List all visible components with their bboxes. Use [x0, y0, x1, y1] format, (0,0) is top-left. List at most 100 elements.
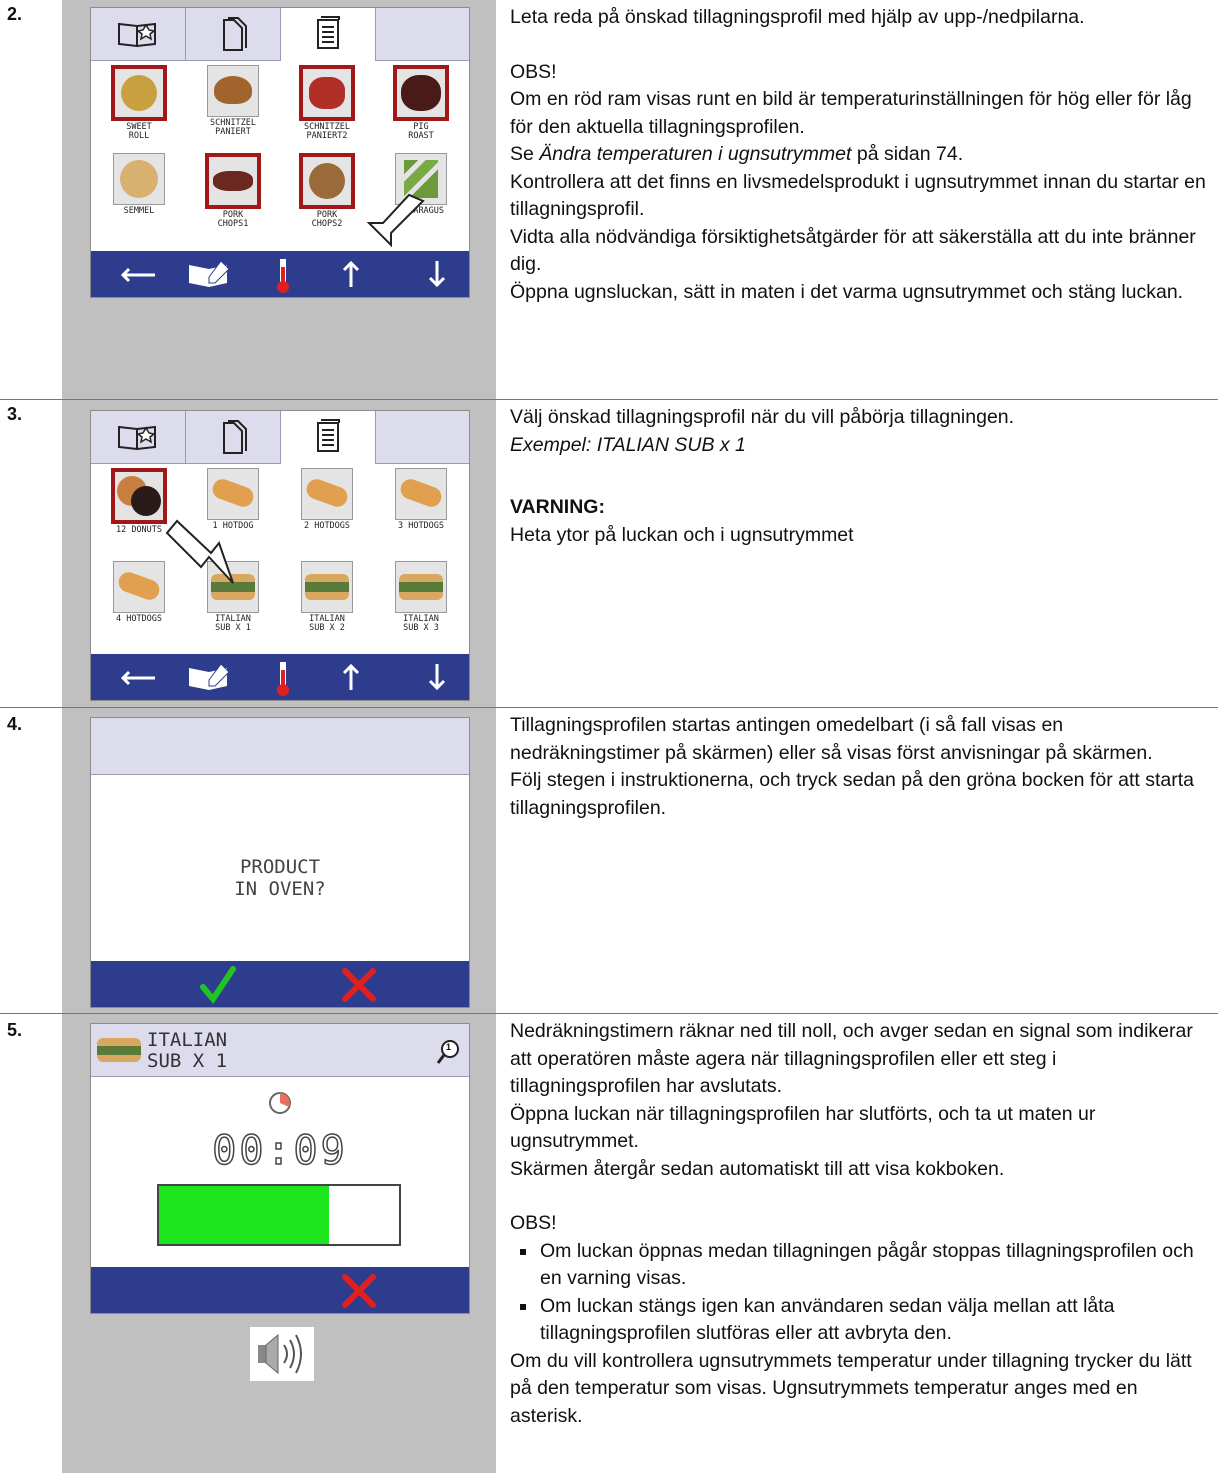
recipe-label: PIG ROAST [408, 122, 434, 141]
recipe-label: PORK CHOPS2 [311, 210, 343, 229]
title-line: SUB X 1 [147, 1050, 228, 1072]
step-5-row: 5. ITALIAN SUB X 1 1 00:09 Nedräkningsti… [0, 1014, 1218, 1473]
countdown-timer: 00:09 [212, 1127, 348, 1175]
recipe-tile[interactable]: PORK CHOPS1 [187, 153, 279, 229]
paragraph: Om du vill kontrollera ugnsutrymmets tem… [510, 1349, 1192, 1427]
recipe-tile[interactable]: PORK CHOPS2 [281, 153, 373, 229]
recipe-label: ITALIAN SUB X 3 [403, 614, 439, 633]
recipe-tile[interactable]: 2 HOTDOGS [281, 468, 373, 531]
note-label: OBS! [510, 1212, 557, 1234]
book-star-icon [118, 22, 156, 48]
thermometer-icon[interactable] [271, 660, 295, 698]
step-2-text: Leta reda på önskad tillagningsprofil me… [510, 4, 1210, 306]
cookbook-screen: 12 DONUTS 1 HOTDOG 2 HOTDOGS 3 HOTDOGS 4… [90, 410, 470, 701]
tab-pages[interactable] [186, 411, 281, 463]
warning-title: VARNING: [510, 496, 605, 518]
recipe-label: SEMMEL [123, 206, 155, 216]
paragraph: Välj önskad tillagningsprofil när du vil… [510, 406, 1015, 428]
bullet-item: Om luckan öppnas medan tillagningen pågå… [510, 1238, 1210, 1293]
clock-icon [269, 1092, 291, 1114]
progress-fill [159, 1186, 330, 1244]
magnifier-badge: 1 [446, 1042, 452, 1052]
checkmark-icon[interactable] [197, 965, 237, 1005]
tab-favorites[interactable] [91, 411, 186, 463]
speaker-icon [250, 1327, 314, 1381]
book-star-icon [118, 425, 156, 451]
thermometer-icon[interactable] [271, 257, 295, 295]
recipe-title: ITALIAN SUB X 1 [147, 1030, 227, 1072]
back-arrow-icon[interactable] [113, 660, 163, 694]
bullet-list: Om luckan öppnas medan tillagningen pågå… [510, 1238, 1210, 1348]
step-5-text: Nedräkningstimern räknar ned till noll, … [510, 1018, 1210, 1430]
arrow-up-icon[interactable] [339, 257, 363, 291]
recipe-label: SCHNITZEL PANIERT2 [303, 122, 351, 141]
recipe-label: SCHNITZEL PANIERT [209, 118, 257, 137]
recipe-tile[interactable]: ITALIAN SUB X 2 [281, 561, 373, 633]
paragraph: Nedräkningstimern räknar ned till noll, … [510, 1020, 1193, 1097]
paragraph: Leta reda på önskad tillagningsprofil me… [510, 6, 1085, 28]
progress-bar [157, 1184, 401, 1246]
pages-icon [223, 17, 247, 51]
paragraph: Se Ändra temperaturen i ugnsutrymmet på … [510, 143, 964, 165]
recipe-tile[interactable]: SWEET ROLL [93, 65, 185, 141]
recipe-thumbnail [97, 1036, 141, 1064]
document-list-icon [317, 419, 340, 452]
recipe-tile[interactable]: SCHNITZEL PANIERT [187, 65, 279, 137]
arrow-up-icon[interactable] [339, 660, 363, 694]
tab-favorites[interactable] [91, 8, 186, 60]
paragraph: Vidta alla nödvändiga försiktighetsåtgär… [510, 225, 1196, 276]
recipe-tile[interactable]: 3 HOTDOGS [375, 468, 467, 531]
recipe-label: ITALIAN SUB X 1 [215, 614, 251, 633]
note-label: OBS! [510, 60, 557, 83]
step-4-row: 4. PRODUCT IN OVEN? Tillagningsprofilen … [0, 708, 1218, 1014]
step-number: 3. [7, 404, 23, 424]
book-edit-icon[interactable] [183, 257, 237, 291]
cooking-screen: ITALIAN SUB X 1 1 00:09 [90, 1023, 470, 1314]
prompt-line: PRODUCT [239, 856, 321, 878]
bottom-bar [91, 251, 469, 297]
title-line: ITALIAN [147, 1029, 228, 1051]
bullet-item: Om luckan stängs igen kan användaren sed… [510, 1293, 1210, 1348]
pages-icon [223, 420, 247, 454]
paragraph: Skärmen återgår sedan automatiskt till a… [510, 1157, 1005, 1180]
header-bar [91, 718, 469, 775]
tab-bar [91, 8, 469, 61]
confirm-screen: PRODUCT IN OVEN? [90, 717, 470, 1008]
step-number: 2. [7, 4, 23, 24]
arrow-down-icon[interactable] [425, 660, 449, 694]
book-edit-icon[interactable] [183, 660, 237, 694]
cross-reference: Ändra temperaturen i ugnsutrymmet [539, 143, 852, 165]
step-3-row: 3. 12 DONUTS 1 HOTDOG 2 HOTDOGS 3 HOTDOG… [0, 400, 1218, 708]
prompt-line: IN OVEN? [234, 878, 326, 900]
recipe-label: 3 HOTDOGS [397, 521, 445, 531]
pointer-arrow-icon [165, 519, 234, 584]
tab-list[interactable] [281, 411, 376, 464]
arrow-down-icon[interactable] [425, 257, 449, 291]
step-4-text: Tillagningsprofilen startas antingen ome… [510, 712, 1210, 822]
step-number: 5. [7, 1020, 23, 1040]
magnifier-button[interactable]: 1 [435, 1038, 461, 1066]
prompt-text: PRODUCT IN OVEN? [91, 856, 469, 900]
cancel-x-icon[interactable] [339, 1271, 379, 1311]
recipe-tile[interactable]: SEMMEL [93, 153, 185, 216]
recipe-tile[interactable]: SCHNITZEL PANIERT2 [281, 65, 373, 141]
example-text: Exempel: ITALIAN SUB x 1 [510, 433, 746, 456]
step-number: 4. [7, 714, 23, 734]
recipe-label: 2 HOTDOGS [303, 521, 351, 531]
recipe-tile[interactable]: ITALIAN SUB X 3 [375, 561, 467, 633]
recipe-label: SWEET ROLL [126, 122, 152, 141]
recipe-tile[interactable]: PIG ROAST [375, 65, 467, 141]
header-bar: ITALIAN SUB X 1 1 [91, 1024, 469, 1077]
cancel-x-icon[interactable] [339, 965, 379, 1005]
recipe-label: PORK CHOPS1 [217, 210, 249, 229]
tab-list[interactable] [281, 8, 376, 61]
paragraph: Tillagningsprofilen startas antingen ome… [510, 714, 1153, 764]
step-2-row: 2. SWEET ROLL SCHNITZEL PANIERT SCHNITZEL P… [0, 0, 1218, 400]
document-list-icon [317, 16, 340, 49]
tab-bar [91, 411, 469, 464]
paragraph: Följ stegen i instruktionerna, och tryck… [510, 769, 1194, 819]
paragraph: Kontrollera att det finns en livsmedelsp… [510, 170, 1206, 221]
back-arrow-icon[interactable] [113, 257, 163, 291]
bottom-bar [91, 654, 469, 700]
tab-pages[interactable] [186, 8, 281, 60]
